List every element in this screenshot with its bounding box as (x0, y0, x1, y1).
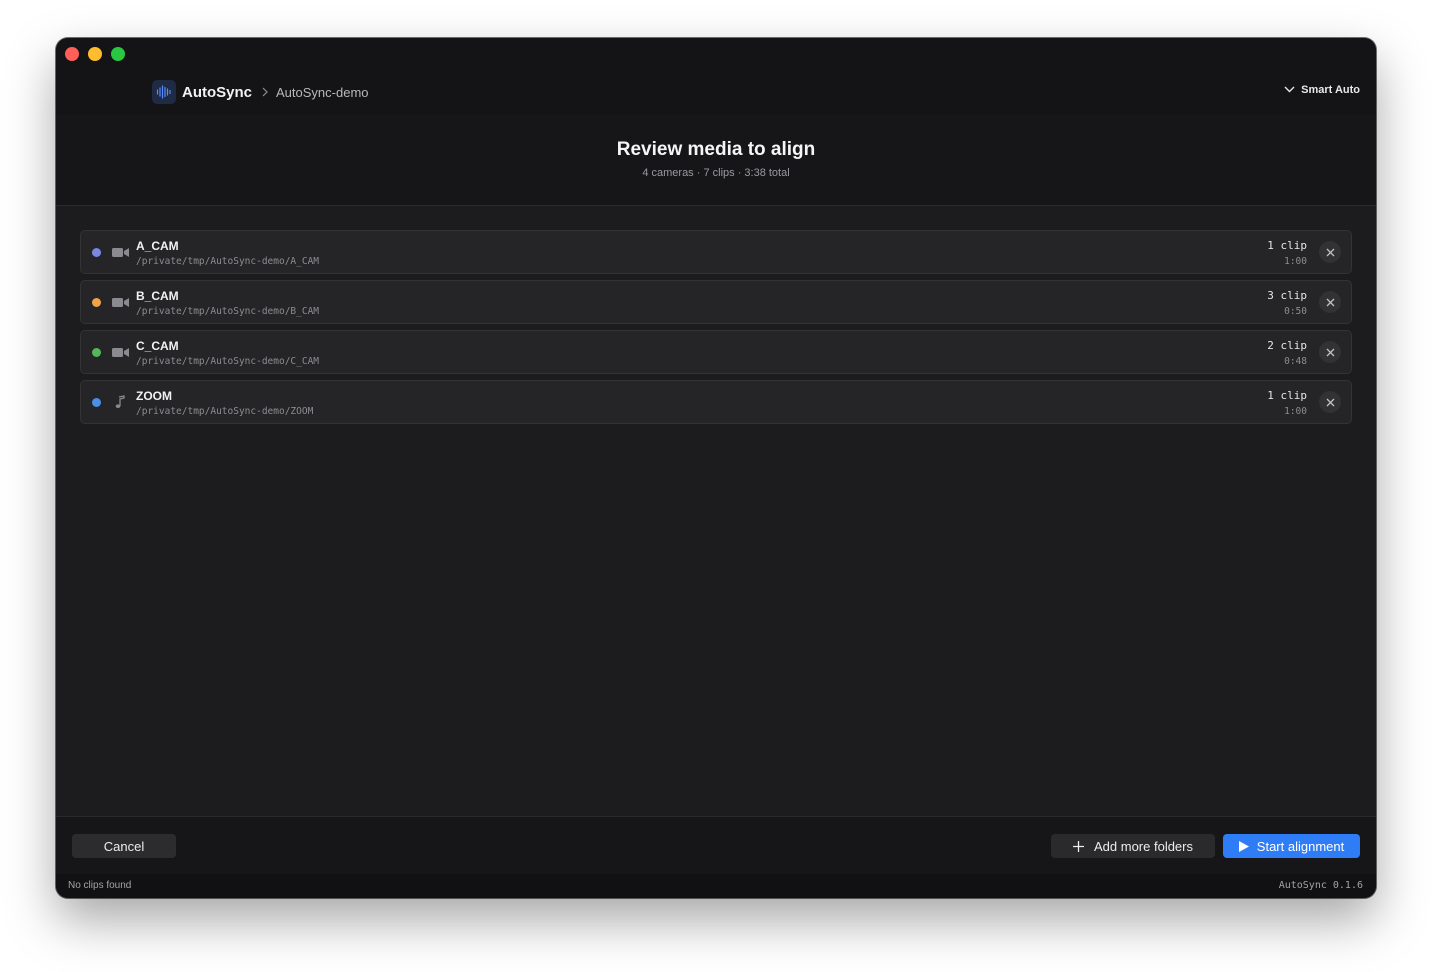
close-icon (1326, 398, 1334, 406)
source-path: /private/tmp/AutoSync-demo/C_CAM (136, 356, 320, 367)
start-alignment-button[interactable]: Start alignment (1223, 834, 1360, 858)
clip-duration: 1:00 (1284, 256, 1307, 267)
color-dot (92, 348, 101, 357)
source-list: A_CAM /private/tmp/AutoSync-demo/A_CAM 1… (80, 230, 1352, 430)
remove-source-button[interactable] (1319, 341, 1341, 363)
list-item[interactable]: A_CAM /private/tmp/AutoSync-demo/A_CAM 1… (80, 230, 1352, 274)
close-icon (1326, 248, 1334, 256)
remove-source-button[interactable] (1319, 241, 1341, 263)
video-camera-icon (111, 294, 129, 310)
cancel-button[interactable]: Cancel (72, 834, 176, 858)
close-window-button[interactable] (65, 47, 79, 61)
clip-duration: 0:50 (1284, 306, 1307, 317)
chevron-right-icon (262, 85, 268, 100)
clip-duration: 0:48 (1284, 356, 1307, 367)
clip-count: 2 clip (1267, 339, 1307, 352)
chevron-down-icon (1284, 84, 1301, 96)
source-path: /private/tmp/AutoSync-demo/A_CAM (136, 256, 320, 267)
breadcrumb-project[interactable]: AutoSync-demo (276, 85, 369, 100)
color-dot (92, 298, 101, 307)
title-bar: AutoSync AutoSync-demo Smart Auto (56, 38, 1376, 115)
plus-icon (1073, 840, 1084, 852)
add-folders-label: Add more folders (1094, 838, 1193, 854)
source-name: C_CAM (136, 339, 179, 353)
start-alignment-label: Start alignment (1256, 838, 1345, 854)
mode-label: Smart Auto (1301, 84, 1360, 96)
list-item[interactable]: B_CAM /private/tmp/AutoSync-demo/B_CAM 3… (80, 280, 1352, 324)
waveform-logo-icon (152, 80, 176, 104)
breadcrumb: AutoSync AutoSync-demo (152, 80, 369, 104)
page-title: Review media to align (616, 139, 816, 160)
list-item[interactable]: C_CAM /private/tmp/AutoSync-demo/C_CAM 2… (80, 330, 1352, 374)
header-section: Review media to align 4 cameras · 7 clip… (56, 115, 1376, 206)
list-item[interactable]: ZOOM /private/tmp/AutoSync-demo/ZOOM 1 c… (80, 380, 1352, 424)
video-camera-icon (111, 344, 129, 360)
page-subtitle: 4 cameras · 7 clips · 3:38 total (642, 167, 790, 179)
app-window: AutoSync AutoSync-demo Smart Auto Review… (56, 38, 1376, 898)
action-bar: Cancel Add more folders Start alignment (56, 816, 1376, 874)
close-icon (1326, 298, 1334, 306)
clip-count: 1 clip (1267, 389, 1307, 402)
app-name: AutoSync (182, 83, 253, 101)
video-camera-icon (111, 244, 129, 260)
zoom-window-button[interactable] (111, 47, 125, 61)
clip-count: 3 clip (1267, 289, 1307, 302)
close-icon (1326, 348, 1334, 356)
status-message: No clips found (68, 880, 132, 891)
color-dot (92, 398, 101, 407)
mode-dropdown[interactable]: Smart Auto (1284, 84, 1360, 96)
version-label: AutoSync 0.1.6 (1278, 880, 1363, 891)
remove-source-button[interactable] (1319, 291, 1341, 313)
play-icon (1238, 840, 1249, 852)
source-name: ZOOM (136, 389, 172, 403)
source-name: B_CAM (136, 289, 179, 303)
color-dot (92, 248, 101, 257)
minimize-window-button[interactable] (88, 47, 102, 61)
clip-count: 1 clip (1267, 239, 1307, 252)
clip-duration: 1:00 (1284, 406, 1307, 417)
source-path: /private/tmp/AutoSync-demo/B_CAM (136, 306, 320, 317)
source-name: A_CAM (136, 239, 179, 253)
source-path: /private/tmp/AutoSync-demo/ZOOM (136, 406, 314, 417)
remove-source-button[interactable] (1319, 391, 1341, 413)
status-bar: No clips found AutoSync 0.1.6 (56, 874, 1376, 898)
add-folders-button[interactable]: Add more folders (1051, 834, 1215, 858)
music-note-icon (111, 394, 129, 410)
